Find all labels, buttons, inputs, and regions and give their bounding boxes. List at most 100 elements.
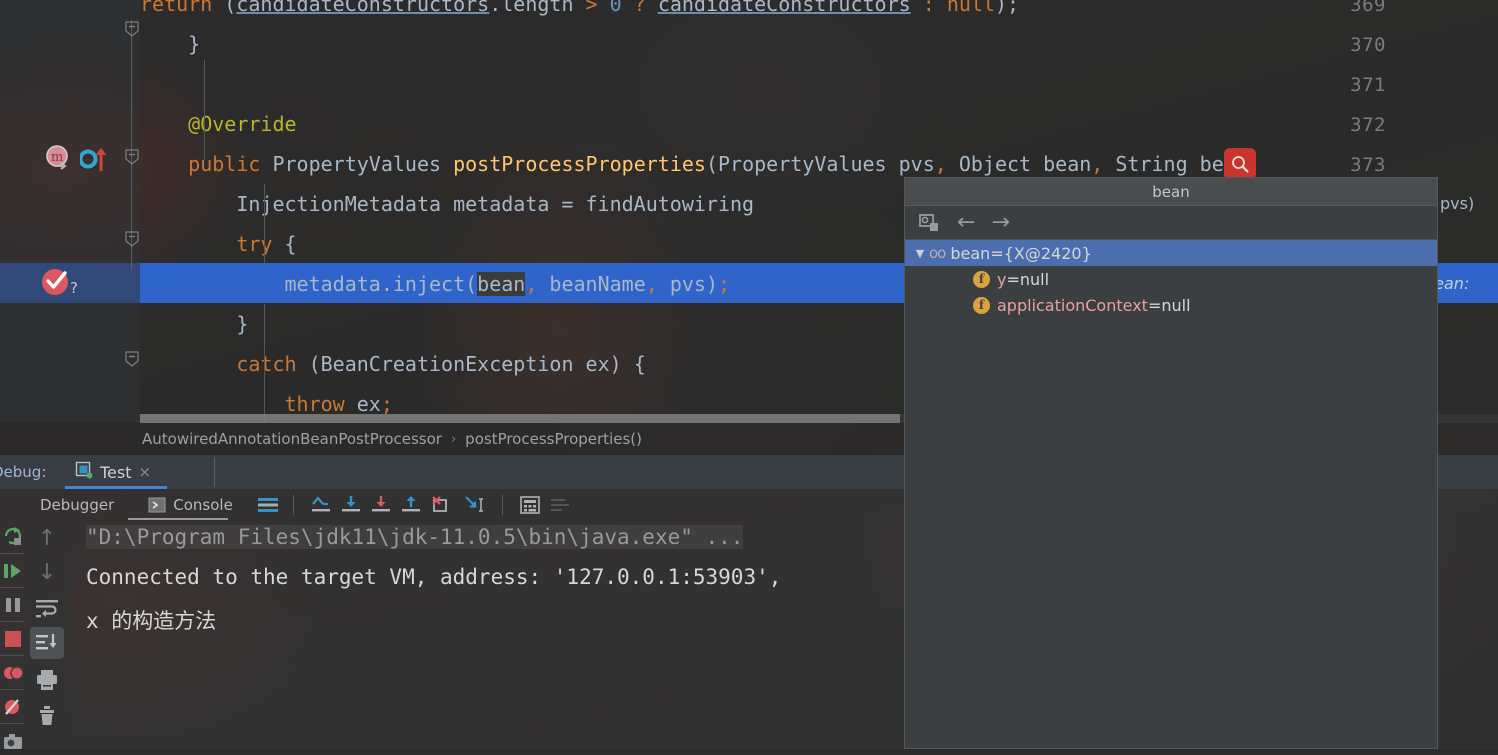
inspect-object-icon[interactable]: [919, 213, 941, 233]
value-tree[interactable]: ▼ oo bean = {X@2420} f y = null f applicationC…: [905, 240, 1437, 747]
code-line[interactable]: try {: [140, 224, 297, 264]
indent-guide: [264, 184, 265, 264]
code-token: }: [140, 32, 201, 56]
run-to-cursor-icon[interactable]: [456, 494, 490, 516]
value-name: y: [997, 269, 1007, 289]
debug-window-label: Debug:: [0, 463, 47, 481]
code-token: );: [994, 0, 1020, 16]
code-token: return: [140, 0, 225, 16]
code-token: Object bean: [946, 152, 1092, 176]
debug-session-controls[interactable]: [0, 521, 24, 749]
console-tab-label[interactable]: Console: [173, 496, 233, 514]
debugger-tab-label[interactable]: Debugger: [40, 496, 114, 514]
code-token: >: [585, 0, 598, 16]
scroll-to-end-icon[interactable]: [30, 627, 64, 659]
tab-divider: [214, 457, 215, 487]
toolbar-separator: [292, 495, 294, 515]
code-token: ,: [645, 272, 658, 296]
code-token: pvs): [657, 272, 719, 296]
code-token: 0: [609, 0, 622, 16]
console-line: "D:\Program Files\jdk11\jdk-11.0.5\bin\j…: [86, 525, 744, 549]
indent-guide: [204, 60, 205, 160]
step-into-icon[interactable]: [366, 494, 396, 516]
breadcrumb-method[interactable]: postProcessProperties(): [465, 430, 642, 448]
search-magnifier-icon[interactable]: [1224, 148, 1256, 180]
popup-toolbar[interactable]: ← →: [905, 206, 1437, 240]
debug-tab-test[interactable]: Test ×: [65, 455, 161, 489]
scroll-down-icon[interactable]: ↓: [32, 557, 62, 587]
code-token: (PropertyValues pvs: [705, 152, 935, 176]
popup-title: bean: [905, 178, 1437, 206]
arrow-back-icon[interactable]: ←: [957, 210, 975, 235]
code-line[interactable]: @Override: [140, 104, 296, 144]
code-overflow-line-374: pvs): [1440, 194, 1475, 213]
value-content: null: [1161, 295, 1191, 315]
show-execution-point-icon[interactable]: [306, 494, 336, 516]
step-out-icon[interactable]: [396, 494, 426, 516]
debugger-value-popup[interactable]: bean ← → ▼ oo bean = {X@2420} f y = null f app…: [904, 177, 1438, 749]
scrollbar-thumb[interactable]: [140, 414, 900, 423]
value-tree-row[interactable]: ▼ oo bean = {X@2420}: [905, 240, 1437, 266]
value-equals: =: [1147, 295, 1162, 315]
value-equals: =: [1006, 269, 1020, 289]
chevron-down-icon[interactable]: ▼: [911, 247, 929, 260]
value-tree-row[interactable]: fy = null: [905, 266, 1437, 292]
clear-all-icon[interactable]: [32, 701, 62, 731]
drop-frame-icon[interactable]: [426, 494, 456, 516]
layout-settings-icon[interactable]: [255, 496, 281, 514]
code-token: ?: [621, 0, 658, 16]
step-over-icon[interactable]: [336, 494, 366, 516]
code-token: postProcessProperties: [453, 152, 706, 176]
code-line[interactable]: InjectionMetadata metadata = findAutowir…: [140, 184, 754, 224]
value-name: applicationContext: [997, 295, 1148, 315]
console-side-controls[interactable]: ↑ ↓: [24, 521, 70, 749]
code-line[interactable]: }: [140, 24, 200, 64]
code-token: ex: [344, 392, 381, 416]
code-line[interactable]: return (candidateConstructors.length > 0…: [140, 0, 1019, 24]
code-token: bean: [477, 272, 526, 296]
code-token: }: [140, 312, 249, 336]
code-token: public: [188, 152, 261, 176]
settings-camera-icon[interactable]: [2, 727, 24, 755]
stop-icon[interactable]: [2, 625, 24, 653]
code-token: InjectionMetadata metadata = findAutowir…: [140, 192, 755, 216]
console-line: Connected to the target VM, address: '12…: [86, 565, 782, 589]
code-token: try: [236, 232, 273, 256]
code-line[interactable]: catch (BeanCreationException ex) {: [140, 344, 645, 384]
value-tree-row[interactable]: f applicationContext = null: [905, 292, 1437, 318]
scroll-up-icon[interactable]: ↑: [32, 523, 62, 553]
field-icon: f: [973, 270, 990, 288]
breadcrumb-class[interactable]: AutowiredAnnotationBeanPostProcessor: [142, 430, 442, 448]
view-breakpoints-icon[interactable]: [2, 659, 24, 687]
code-token: candidateConstructors: [236, 0, 490, 16]
breakpoint-verified-icon[interactable]: ?: [40, 265, 80, 303]
field-icon: f: [973, 296, 990, 314]
mute-breakpoints-icon[interactable]: [2, 693, 24, 721]
evaluate-expression-icon[interactable]: [515, 495, 545, 515]
rerun-icon[interactable]: [2, 521, 24, 551]
value-content: {X@2420}: [1003, 243, 1092, 263]
console-line: x 的构造方法: [86, 609, 217, 633]
arrow-forward-icon[interactable]: →: [991, 210, 1009, 235]
code-token: .length: [489, 0, 586, 16]
active-console-underline: [128, 518, 228, 520]
code-line[interactable]: }: [140, 304, 248, 344]
code-token: ,: [934, 152, 947, 176]
value-content: null: [1019, 269, 1050, 289]
soft-wrap-icon[interactable]: [32, 593, 62, 623]
code-token: candidateConstructors: [657, 0, 911, 16]
code-token: null: [946, 0, 995, 16]
code-token: {: [272, 232, 297, 256]
print-icon[interactable]: [32, 665, 62, 695]
code-line[interactable]: metadata.inject(bean, beanName, pvs);: [140, 264, 730, 304]
code-token: ;: [380, 392, 393, 416]
code-token: catch: [236, 352, 297, 376]
close-icon[interactable]: ×: [139, 463, 152, 481]
indent-guide: [264, 304, 265, 423]
resume-program-icon[interactable]: [2, 557, 24, 585]
